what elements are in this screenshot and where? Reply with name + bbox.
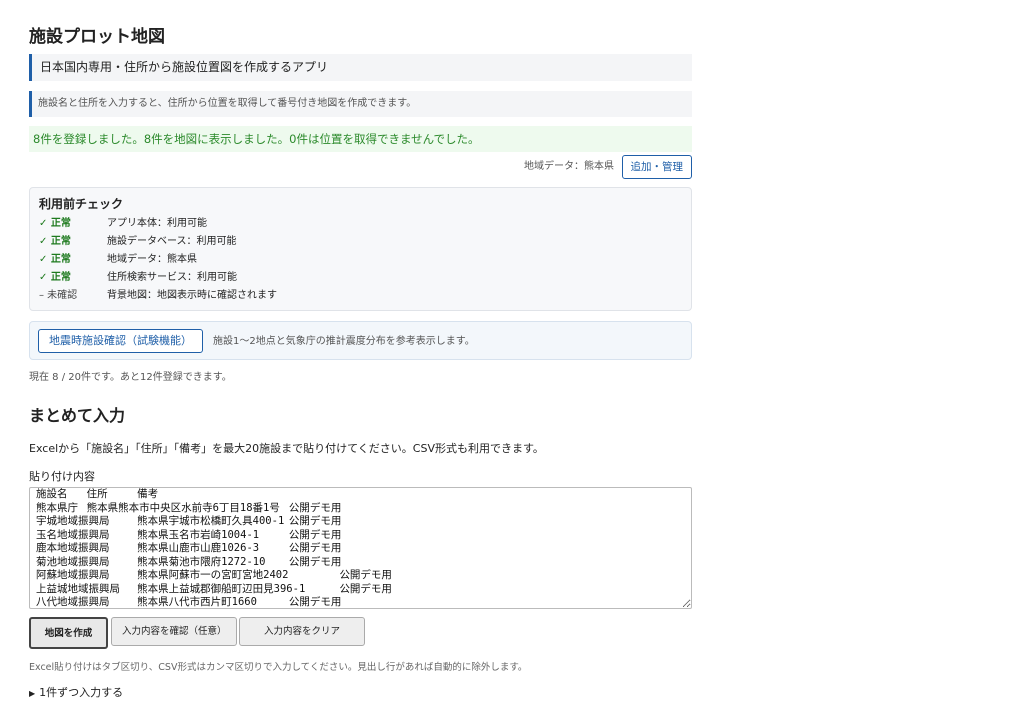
precheck-item: ✓ 正常 アプリ本体：利用可能 [39,215,682,233]
registration-count: 現在 8 / 20件です。あと12件登録できます。 [29,372,232,383]
bulk-input-heading: まとめて入力 [29,406,126,425]
single-entry-label: 1件ずつ入力する [39,686,124,699]
precheck-item: – 未確認 背景地図：地図表示時に確認されます [39,287,682,305]
precheck-title: 利用前チェック [39,197,124,211]
precheck-item: ✓ 正常 施設データベース：利用可能 [39,233,682,251]
single-entry-toggle[interactable]: ▶ 1件ずつ入力する [29,685,123,702]
paste-label: 貼り付け内容 [29,470,95,483]
check-status-ok: ✓ 正常 [39,218,71,229]
check-status-ok: ✓ 正常 [39,236,71,247]
paste-textarea[interactable]: 施設名 住所 備考 熊本県庁 熊本県熊本市中央区水前寺6丁目18番1号 公開デモ… [29,487,692,609]
check-status-ok: ✓ 正常 [39,272,71,283]
check-detail: アプリ本体：利用可能 [107,218,207,229]
check-detail: 背景地図：地図表示時に確認されます [107,290,277,301]
quake-panel: 地震時施設確認（試験機能） 施設1〜2地点と気象庁の推計震度分布を参考表示します… [29,321,692,360]
quake-check-button[interactable]: 地震時施設確認（試験機能） [38,329,203,353]
region-label: 地域データ：熊本県 [524,161,614,172]
region-row: 地域データ：熊本県 追加・管理 [29,155,692,179]
region-manage-button[interactable]: 追加・管理 [621,155,692,179]
page-title: 施設プロット地図 [29,27,165,47]
check-status-ok: ✓ 正常 [39,254,71,265]
check-status-pending: – 未確認 [39,290,78,301]
precheck-item: ✓ 正常 住所検索サービス：利用可能 [39,269,682,287]
info-note: 施設名と住所を入力すると、住所から位置を取得して番号付き地図を作成できます。 [29,91,692,117]
confirm-input-button[interactable]: 入力内容を確認（任意） [111,617,237,646]
clear-input-button[interactable]: 入力内容をクリア [239,617,365,646]
create-map-button[interactable]: 地図を作成 [29,617,108,649]
check-detail: 地域データ：熊本県 [107,254,197,265]
check-detail: 施設データベース：利用可能 [107,236,237,247]
triangle-right-icon: ▶ [29,689,36,698]
bulk-input-description: Excelから「施設名」「住所」「備考」を最大20施設まで貼り付けてください。C… [29,442,544,455]
precheck-panel: 利用前チェック ✓ 正常 アプリ本体：利用可能 ✓ 正常 施設データベース：利用… [29,187,692,311]
paste-hint: Excel貼り付けはタブ区切り、CSV形式はカンマ区切りで入力してください。見出… [29,662,528,673]
precheck-item: ✓ 正常 地域データ：熊本県 [39,251,682,269]
success-message: 8件を登録しました。8件を地図に表示しました。0件は位置を取得できませんでした。 [29,126,692,152]
quake-note: 施設1〜2地点と気象庁の推計震度分布を参考表示します。 [213,336,475,347]
check-detail: 住所検索サービス：利用可能 [107,272,237,283]
app-subtitle: 日本国内専用・住所から施設位置図を作成するアプリ [29,54,692,81]
